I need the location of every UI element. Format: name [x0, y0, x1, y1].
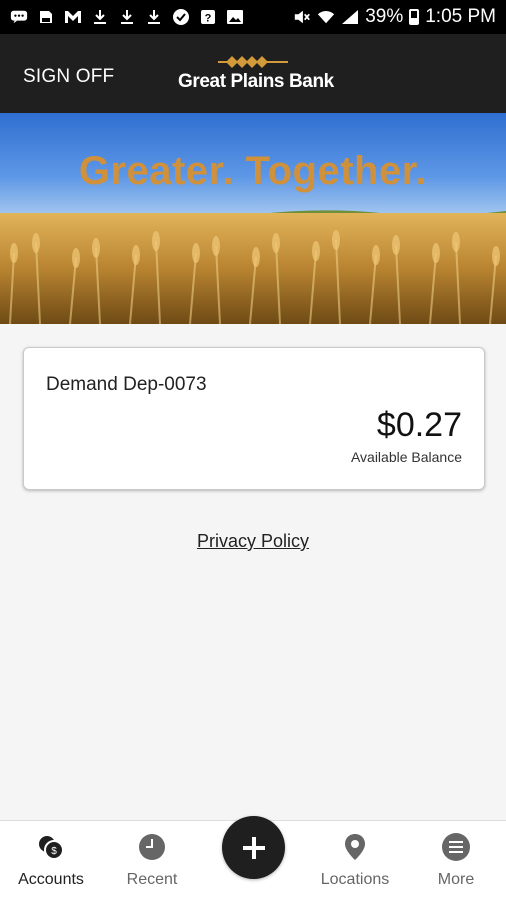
nav-locations-label: Locations: [320, 871, 390, 888]
plus-icon: [242, 836, 265, 859]
download-icon: [91, 8, 109, 26]
system-status: 39% 1:05 PM: [293, 6, 496, 28]
save-icon: [37, 8, 55, 26]
nav-recent-label: Recent: [126, 871, 178, 888]
banner-tagline: Greater. Together.: [78, 149, 428, 193]
mute-icon: [293, 8, 311, 26]
help-box-icon: ?: [199, 8, 217, 26]
status-bar: ? 39% 1:05 PM: [0, 0, 506, 34]
svg-text:$: $: [51, 846, 57, 857]
menu-icon: [442, 833, 470, 861]
download-icon: [118, 8, 136, 26]
battery-icon: [409, 9, 420, 25]
nav-more-label: More: [437, 871, 475, 888]
bottom-nav: $ Accounts Recent Locations More: [0, 816, 506, 900]
wheat-field-image: [0, 213, 506, 324]
wheat-logo-icon: [218, 56, 288, 68]
privacy-policy-link[interactable]: Privacy Policy: [197, 531, 309, 551]
wifi-icon: [317, 8, 335, 26]
logo-text: Great Plains Bank: [178, 71, 334, 92]
check-circle-icon: [172, 8, 190, 26]
nav-locations[interactable]: Locations: [305, 821, 405, 900]
accounts-icon: $: [39, 836, 64, 860]
download-icon: [145, 8, 163, 26]
chat-bubble-icon: [10, 8, 28, 26]
clock-icon: [139, 834, 165, 860]
gmail-icon: [64, 8, 82, 26]
add-button[interactable]: [222, 816, 285, 879]
account-card[interactable]: Demand Dep-0073 $0.27 Available Balance: [23, 347, 485, 490]
location-pin-icon: [345, 834, 365, 860]
nav-recent[interactable]: Recent: [102, 821, 202, 900]
app-header: SIGN OFF Great Plains Bank: [0, 34, 506, 113]
bank-logo: Great Plains Bank: [178, 52, 334, 96]
privacy-policy-container: Privacy Policy: [0, 531, 506, 552]
nav-accounts[interactable]: $ Accounts: [1, 821, 101, 900]
account-name: Demand Dep-0073: [46, 374, 207, 395]
hero-banner: Greater. Together.: [0, 113, 506, 324]
notification-icons: ?: [10, 8, 244, 26]
clock: 1:05 PM: [425, 6, 496, 27]
battery-percent: 39%: [365, 6, 404, 27]
available-balance-label: Available Balance: [350, 449, 462, 465]
image-icon: [226, 8, 244, 26]
svg-text:?: ?: [205, 13, 212, 25]
account-balance: $0.27: [376, 406, 462, 444]
sign-off-button[interactable]: SIGN OFF: [23, 66, 114, 88]
nav-more[interactable]: More: [406, 821, 506, 900]
nav-accounts-label: Accounts: [18, 871, 84, 888]
signal-icon: [341, 8, 359, 26]
